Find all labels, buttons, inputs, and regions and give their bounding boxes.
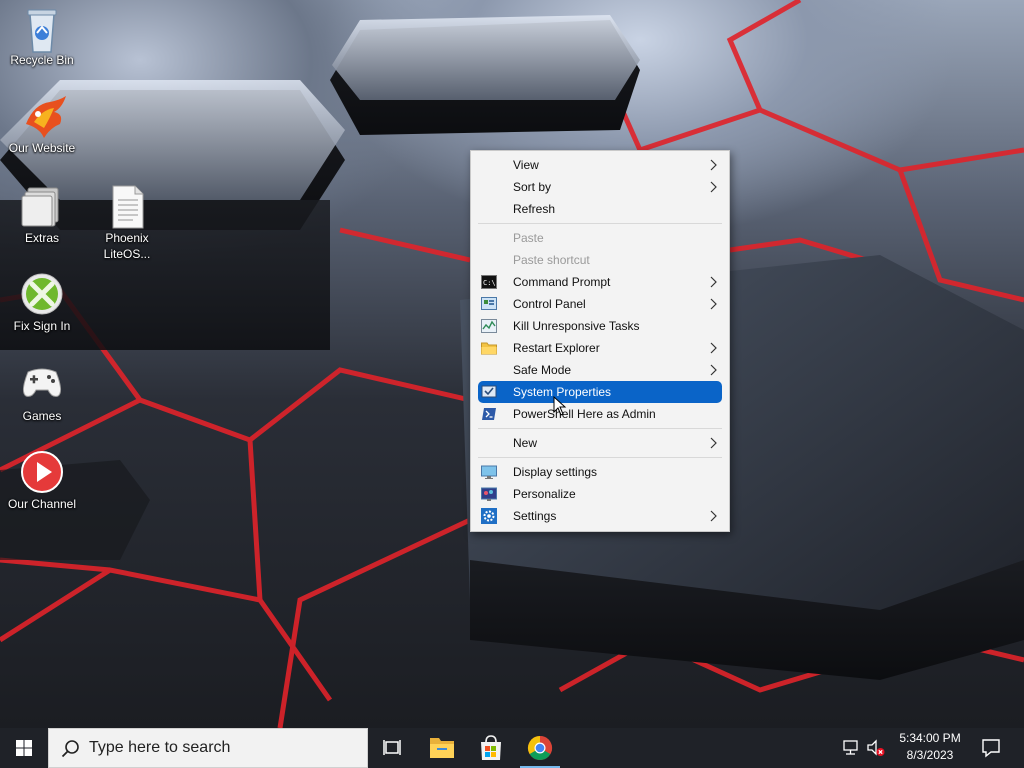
xbox-icon <box>20 272 64 316</box>
menu-item-restart-explorer[interactable]: Restart Explorer <box>478 337 722 359</box>
menu-item-sort-by[interactable]: Sort by <box>478 176 722 198</box>
menu-item-label: Personalize <box>513 487 576 501</box>
system-properties-icon <box>481 385 497 398</box>
menu-item-control-panel[interactable]: Control Panel <box>478 293 722 315</box>
taskbar-search-box[interactable]: Type here to search <box>48 728 368 768</box>
menu-item-label: New <box>513 436 538 450</box>
file-explorer-icon <box>430 738 454 758</box>
file-explorer-taskbar-button[interactable] <box>418 728 466 768</box>
desktop-icon-label: Games <box>22 409 62 423</box>
menu-item-powershell-admin[interactable]: PowerShell Here as Admin <box>478 403 722 425</box>
menu-item-label: Settings <box>513 509 557 523</box>
menu-item-label: Kill Unresponsive Tasks <box>513 319 640 333</box>
menu-item-new[interactable]: New <box>478 432 722 454</box>
menu-item-kill-unresponsive-tasks[interactable]: Kill Unresponsive Tasks <box>478 315 722 337</box>
personalize-icon <box>481 487 497 501</box>
desktop-icon-label: Extras <box>24 231 59 245</box>
menu-item-refresh[interactable]: Refresh <box>478 198 722 220</box>
task-view-button[interactable] <box>368 728 416 768</box>
menu-item-safe-mode[interactable]: Safe Mode <box>478 359 722 381</box>
svg-text:C:\: C:\ <box>483 279 496 287</box>
start-button[interactable] <box>0 728 48 768</box>
display-icon <box>481 465 497 479</box>
chrome-taskbar-button[interactable] <box>516 728 564 768</box>
gamepad-icon <box>20 362 64 406</box>
search-placeholder: Type here to search <box>89 739 231 756</box>
menu-item-settings[interactable]: Settings <box>478 505 722 527</box>
recycle-bin-icon <box>20 6 64 53</box>
chevron-right-icon <box>710 510 717 522</box>
menu-item-label: Control Panel <box>513 297 586 311</box>
desktop-icon-fix-sign-in[interactable]: Fix Sign In <box>2 272 82 334</box>
chevron-right-icon <box>710 298 717 310</box>
terminal-icon: C:\ <box>481 275 497 289</box>
menu-item-label: Restart Explorer <box>513 341 600 355</box>
desktop-context-menu: View Sort by Refresh Paste Paste shortcu… <box>470 150 730 532</box>
chrome-icon <box>527 736 553 761</box>
menu-item-paste: Paste <box>478 227 722 249</box>
microsoft-store-icon <box>481 735 501 760</box>
taskbar-clock[interactable]: 5:34:00 PM 8/3/2023 <box>888 730 972 766</box>
settings-gear-icon <box>481 508 497 524</box>
desktop-icon-label: Recycle Bin <box>10 53 74 67</box>
menu-item-label: Paste <box>513 231 544 245</box>
taskbar: Type here to search 5:34:00 PM 8/3/2023 <box>0 728 1024 768</box>
control-panel-icon <box>481 297 497 310</box>
menu-separator <box>478 428 722 429</box>
menu-item-paste-shortcut: Paste shortcut <box>478 249 722 271</box>
desktop-icon-label: Fix Sign In <box>13 319 71 333</box>
desktop-icon-games[interactable]: Games <box>2 362 82 424</box>
chevron-right-icon <box>710 181 717 193</box>
menu-item-label: Display settings <box>513 465 598 479</box>
clock-time: 5:34:00 PM <box>899 731 961 745</box>
desktop-icon-recycle-bin[interactable]: Recycle Bin <box>2 6 82 68</box>
menu-item-label: PowerShell Here as Admin <box>513 407 656 421</box>
folder-stack-icon <box>20 184 64 228</box>
folder-icon <box>481 342 497 355</box>
volume-muted-icon[interactable] <box>866 738 886 758</box>
chevron-right-icon <box>710 276 717 288</box>
menu-separator <box>478 223 722 224</box>
play-button-icon <box>20 450 64 494</box>
menu-item-label: Safe Mode <box>513 363 572 377</box>
chevron-right-icon <box>710 364 717 376</box>
chevron-right-icon <box>710 159 717 171</box>
desktop-icon-extras[interactable]: Extras <box>2 184 82 246</box>
menu-item-system-properties[interactable]: System Properties <box>478 381 722 403</box>
menu-item-label: Refresh <box>513 202 556 216</box>
mouse-cursor-icon <box>553 396 567 416</box>
clock-date: 8/3/2023 <box>906 748 954 762</box>
desktop-icon-phoenix-liteos[interactable]: Phoenix LiteOS... <box>87 184 167 262</box>
chevron-right-icon <box>710 342 717 354</box>
menu-item-label: Sort by <box>513 180 552 194</box>
powershell-icon <box>482 408 496 420</box>
task-manager-icon <box>481 319 497 333</box>
task-view-icon <box>383 740 401 755</box>
store-taskbar-button[interactable] <box>467 728 515 768</box>
menu-item-label: Command Prompt <box>513 275 611 289</box>
search-icon <box>61 740 79 758</box>
menu-item-command-prompt[interactable]: C:\ Command Prompt <box>478 271 722 293</box>
text-file-icon <box>105 184 149 229</box>
menu-item-view[interactable]: View <box>478 154 722 176</box>
desktop-icon-label: Phoenix LiteOS... <box>103 231 151 261</box>
action-center-icon[interactable] <box>980 737 1002 759</box>
desktop-icon-label: Our Channel <box>7 497 77 511</box>
desktop-icon-our-website[interactable]: Our Website <box>2 94 82 156</box>
menu-item-label: View <box>513 158 539 172</box>
network-icon[interactable] <box>842 738 862 758</box>
desktop-icon-our-channel[interactable]: Our Channel <box>2 450 82 512</box>
windows-logo-icon <box>16 740 32 756</box>
menu-item-personalize[interactable]: Personalize <box>478 483 722 505</box>
menu-item-display-settings[interactable]: Display settings <box>478 461 722 483</box>
menu-separator <box>478 457 722 458</box>
chevron-right-icon <box>710 437 717 449</box>
desktop-icon-label: Our Website <box>8 141 76 155</box>
menu-item-label: Paste shortcut <box>513 253 590 267</box>
phoenix-bird-icon <box>20 94 66 138</box>
